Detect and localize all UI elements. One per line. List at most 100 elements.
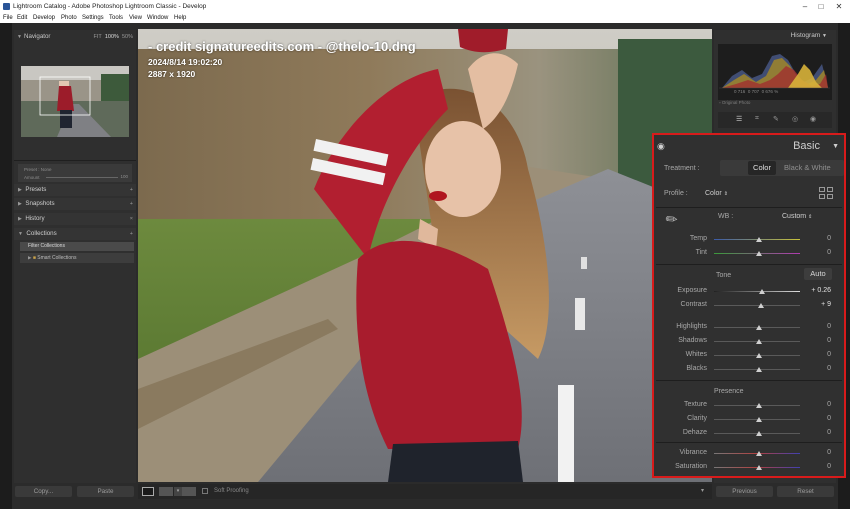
menu-tools[interactable]: Tools: [109, 13, 123, 23]
red-eye-icon[interactable]: ◎: [792, 115, 798, 123]
previous-button[interactable]: Previous: [716, 486, 773, 497]
shadows-slider-knob[interactable]: [756, 339, 762, 344]
texture-slider-knob[interactable]: [756, 403, 762, 408]
collapse-triangle-icon[interactable]: ▼: [832, 143, 839, 150]
soft-proofing-checkbox[interactable]: [202, 488, 208, 494]
amount-slider[interactable]: [46, 177, 118, 178]
histogram-graph[interactable]: 0 716 0 707 0 676 %: [718, 44, 832, 100]
preset-label: Preset: [24, 167, 38, 172]
saturation-value[interactable]: 0: [801, 463, 831, 470]
navigator-header[interactable]: ▼ Navigator FIT 100% 50%: [14, 32, 136, 42]
clarity-value[interactable]: 0: [801, 415, 831, 422]
exposure-value[interactable]: + 0.26: [801, 287, 831, 294]
before-after-icon[interactable]: [159, 487, 173, 496]
expand-triangle-icon: ▶: [18, 187, 22, 193]
presets-panel-header[interactable]: ▶ Presets +: [14, 184, 136, 196]
add-preset-icon[interactable]: +: [130, 184, 133, 196]
menu-window[interactable]: Window: [147, 13, 168, 23]
temp-slider-knob[interactable]: [756, 237, 762, 242]
healing-icon[interactable]: ✎: [773, 115, 779, 123]
tool-strip: ☰ ⌗ ✎ ◎ ◉: [718, 112, 832, 128]
dehaze-slider-knob[interactable]: [756, 431, 762, 436]
highlights-value[interactable]: 0: [801, 323, 831, 330]
original-photo-toggle[interactable]: ▫ Original Photo: [719, 100, 750, 105]
dehaze-value[interactable]: 0: [801, 429, 831, 436]
menu-edit[interactable]: Edit: [17, 13, 27, 23]
loupe-view-icon[interactable]: [142, 487, 154, 496]
contrast-slider[interactable]: [714, 305, 800, 306]
clarity-slider-knob[interactable]: [756, 417, 762, 422]
blacks-label: Blacks: [686, 365, 707, 372]
tint-slider-knob[interactable]: [756, 251, 762, 256]
blacks-value[interactable]: 0: [801, 365, 831, 372]
clear-history-icon[interactable]: ×: [130, 213, 133, 225]
zoom-fit[interactable]: FIT: [94, 34, 102, 40]
exposure-slider-knob[interactable]: [759, 289, 765, 294]
preset-amount-bar[interactable]: Preset : None Amount 100: [18, 164, 132, 182]
overlay-date: 2024/8/14 19:02:20: [148, 57, 223, 67]
texture-value[interactable]: 0: [801, 401, 831, 408]
history-panel-header[interactable]: ▶ History ×: [14, 213, 136, 225]
profile-browser-grid-icon[interactable]: [819, 187, 833, 199]
temp-value[interactable]: 0: [801, 235, 831, 242]
histogram-header[interactable]: Histogram ▼: [791, 32, 827, 39]
swap-before-after-icon[interactable]: [182, 487, 196, 496]
contrast-label: Contrast: [680, 301, 707, 308]
panel-visibility-eye-icon[interactable]: ◉: [657, 141, 665, 152]
blacks-slider-knob[interactable]: [756, 367, 762, 372]
wb-dropdown[interactable]: Custom ⇕: [782, 213, 812, 220]
menu-file[interactable]: File: [3, 13, 13, 23]
saturation-label: Saturation: [675, 463, 707, 470]
collections-panel-header[interactable]: ▼ Collections +: [14, 228, 136, 240]
treatment-bw-option[interactable]: Black & White: [784, 161, 831, 175]
maximize-button[interactable]: □: [812, 0, 830, 13]
whites-value[interactable]: 0: [801, 351, 831, 358]
reset-button[interactable]: Reset: [777, 486, 834, 497]
menu-develop[interactable]: Develop: [33, 13, 55, 23]
crop-icon[interactable]: ⌗: [755, 115, 759, 123]
zoom-100[interactable]: 100%: [105, 34, 119, 40]
snapshots-panel-header[interactable]: ▶ Snapshots +: [14, 198, 136, 210]
tint-label: Tint: [695, 249, 707, 256]
menu-view[interactable]: View: [129, 13, 142, 23]
zoom-50[interactable]: 50%: [122, 34, 133, 40]
section-divider: [656, 264, 842, 265]
whites-slider-knob[interactable]: [756, 353, 762, 358]
toolbar-menu-icon[interactable]: ▾: [701, 486, 704, 497]
vibrance-slider-knob[interactable]: [756, 451, 762, 456]
tint-value[interactable]: 0: [801, 249, 831, 256]
filter-collections-input[interactable]: Filter Collections: [20, 242, 134, 251]
smart-collections-label: Smart Collections: [37, 255, 77, 261]
treatment-label: Treatment :: [664, 165, 700, 172]
close-button[interactable]: ✕: [830, 0, 848, 13]
saturation-slider-knob[interactable]: [756, 465, 762, 470]
add-snapshot-icon[interactable]: +: [130, 198, 133, 210]
presets-label: Presets: [25, 186, 47, 193]
smart-collections-item[interactable]: ▶ ■ Smart Collections: [20, 253, 134, 263]
left-panel-edge[interactable]: [0, 23, 12, 509]
menu-photo[interactable]: Photo: [61, 13, 77, 23]
basic-panel-title[interactable]: Basic: [793, 140, 820, 152]
tone-auto-button[interactable]: Auto: [804, 268, 832, 280]
shadows-value[interactable]: 0: [801, 337, 831, 344]
dropdown-arrow-icon[interactable]: ▾: [174, 487, 182, 496]
profile-dropdown[interactable]: Color ⇕: [705, 190, 728, 197]
photo-canvas[interactable]: - credit signatureedits.com - @thelo-10.…: [138, 29, 712, 482]
add-collection-icon[interactable]: +: [130, 228, 133, 240]
wb-eyedropper-icon[interactable]: ✎: [662, 209, 682, 230]
navigator-thumbnail[interactable]: [21, 66, 129, 137]
edit-sliders-icon[interactable]: ☰: [736, 115, 742, 123]
contrast-slider-knob[interactable]: [758, 303, 764, 308]
contrast-value[interactable]: + 9: [801, 301, 831, 308]
exposure-slider[interactable]: [714, 291, 800, 292]
panel-divider: [14, 160, 136, 161]
copy-button[interactable]: Copy...: [15, 486, 72, 497]
masking-icon[interactable]: ◉: [810, 115, 816, 123]
highlights-slider-knob[interactable]: [756, 325, 762, 330]
soft-proofing-label: Soft Proofing: [214, 488, 249, 494]
menu-settings[interactable]: Settings: [82, 13, 104, 23]
treatment-color-option[interactable]: Color: [748, 161, 776, 175]
menu-help[interactable]: Help: [174, 13, 186, 23]
paste-button[interactable]: Paste: [77, 486, 134, 497]
vibrance-value[interactable]: 0: [801, 449, 831, 456]
